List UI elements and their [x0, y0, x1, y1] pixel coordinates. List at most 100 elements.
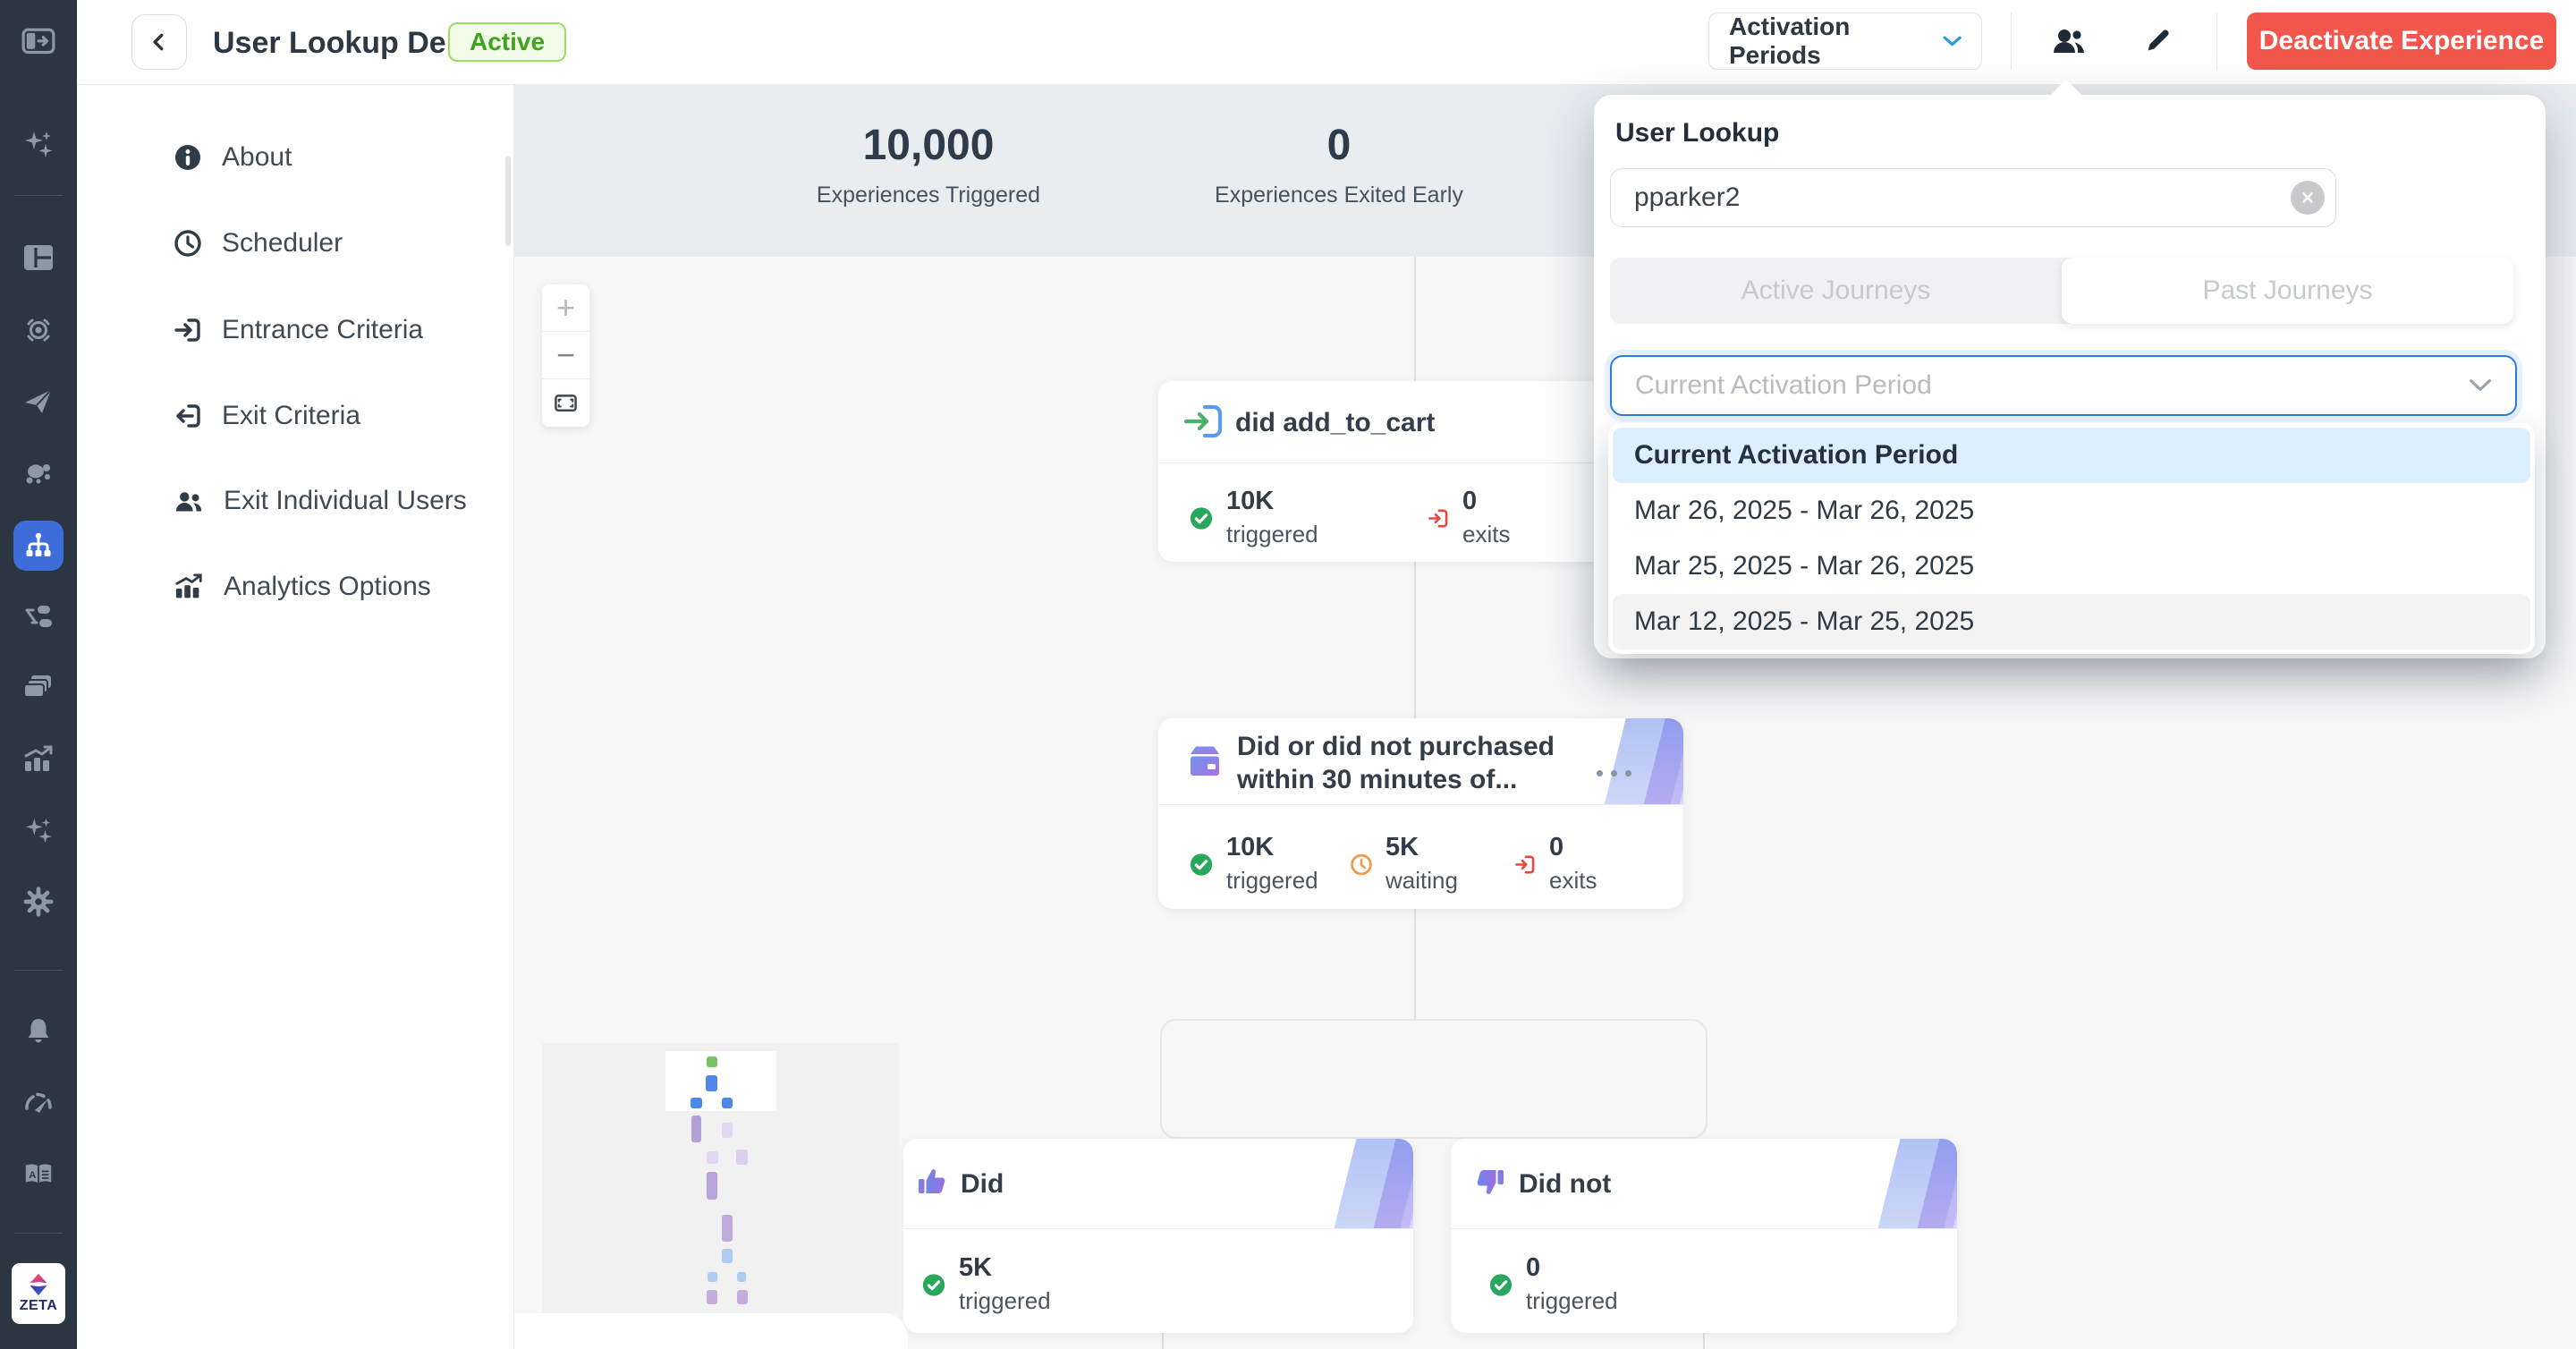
activation-periods-select[interactable]: Activation Periods	[1708, 13, 1982, 70]
nav-item-analytics-options[interactable]: Analytics Options	[77, 558, 514, 615]
edit-button[interactable]	[2132, 16, 2182, 66]
info-icon	[174, 143, 202, 172]
partial-node-card-edge	[514, 1313, 908, 1349]
tab-active-journeys[interactable]: Active Journeys	[1610, 258, 2062, 324]
growth-chart-icon[interactable]	[0, 738, 77, 781]
minimap-node-marker	[707, 1172, 717, 1200]
fit-view-icon	[554, 394, 578, 412]
canvas-minimap[interactable]	[542, 1043, 899, 1313]
menu-option-period-3[interactable]: Mar 12, 2025 - Mar 25, 2025	[1613, 594, 2530, 649]
rail-divider	[14, 195, 63, 196]
minimap-node-marker	[722, 1215, 733, 1242]
minimap-node-marker	[707, 1151, 718, 1164]
node-stats: 10Ktriggered 5Kwaiting 0exits	[1189, 833, 1597, 895]
connector-line	[1162, 1333, 1164, 1349]
nav-scrollbar[interactable]	[505, 157, 511, 246]
connector-line	[1414, 562, 1416, 718]
node-branch-did-not[interactable]: Did not 0triggered	[1451, 1139, 1957, 1333]
nav-item-exit-individual-users[interactable]: Exit Individual Users	[77, 472, 514, 530]
nav-item-scheduler[interactable]: Scheduler	[77, 215, 514, 272]
stat-value: 0	[1526, 1253, 1618, 1283]
sparkles-icon[interactable]	[0, 810, 77, 853]
stat-value: 0	[1462, 487, 1510, 516]
stat-triggered: 5Ktriggered	[921, 1253, 1051, 1315]
clear-input-button[interactable]	[2291, 181, 2325, 215]
notifications-bell-icon[interactable]	[0, 1009, 77, 1052]
journey-sitemap-icon-active[interactable]	[13, 521, 64, 571]
chevron-left-icon	[148, 30, 171, 54]
stat-value: 10,000	[705, 121, 1152, 170]
connector-line	[1703, 1333, 1705, 1349]
chevron-down-icon	[2469, 378, 2492, 393]
exit-red-icon	[1513, 835, 1537, 895]
nav-item-label: Entrance Criteria	[222, 315, 423, 345]
check-circle-icon	[1488, 1255, 1513, 1315]
activation-periods-label: Activation Periods	[1729, 13, 1943, 70]
cards-icon[interactable]	[0, 666, 77, 708]
stat-value: 10K	[1226, 833, 1318, 862]
people-icon	[174, 488, 204, 513]
deactivate-experience-button[interactable]: Deactivate Experience	[2247, 13, 2556, 70]
audience-icon[interactable]	[0, 452, 77, 495]
sparkles-icon[interactable]	[0, 123, 77, 166]
stat-triggered: 0triggered	[1488, 1253, 1618, 1315]
docs-book-icon[interactable]: A	[0, 1153, 77, 1196]
topbar-divider	[2011, 13, 2012, 70]
minimap-node-marker	[737, 1290, 748, 1304]
fit-view-button[interactable]	[542, 379, 589, 427]
node-menu-button[interactable]	[1597, 770, 1631, 776]
experience-nav-panel: About Scheduler Entrance Criteria Exit C…	[77, 85, 514, 1349]
workflow-icon[interactable]	[0, 595, 77, 638]
gauge-icon[interactable]	[0, 1081, 77, 1124]
stat-value: 0	[1549, 833, 1597, 862]
stat-value: 0	[1115, 121, 1563, 170]
user-search-input[interactable]	[1610, 168, 2336, 227]
node-title: Did	[961, 1167, 1004, 1201]
stat-label: waiting	[1385, 867, 1458, 895]
settings-gear-icon[interactable]	[0, 880, 77, 923]
package-icon	[1185, 742, 1224, 785]
tab-past-journeys[interactable]: Past Journeys	[2062, 258, 2513, 324]
status-badge: Active	[448, 22, 566, 62]
stat-label: triggered	[1226, 867, 1318, 895]
thumbs-down-icon	[1474, 1166, 1506, 1202]
minimap-node-marker	[707, 1290, 717, 1304]
node-corner-decoration	[1567, 718, 1683, 804]
menu-option-current-activation-period[interactable]: Current Activation Period	[1613, 428, 2530, 483]
back-button[interactable]	[131, 14, 187, 70]
zeta-logo[interactable]: ZETA	[12, 1263, 65, 1324]
node-branch-did[interactable]: Did 5Ktriggered	[903, 1139, 1413, 1333]
zoom-out-button[interactable]: −	[542, 332, 589, 379]
node-title: Did or did not purchased within 30 minut…	[1237, 730, 1577, 796]
activation-period-select[interactable]: Current Activation Period	[1610, 355, 2517, 416]
menu-option-period-1[interactable]: Mar 26, 2025 - Mar 26, 2025	[1613, 483, 2530, 539]
stat-label: exits	[1462, 521, 1510, 548]
node-stats: 0triggered	[1488, 1253, 1618, 1315]
minimap-node-marker	[736, 1150, 748, 1165]
rail-divider	[14, 970, 63, 971]
zoom-in-button[interactable]: +	[542, 284, 589, 332]
nav-item-about[interactable]: About	[77, 129, 514, 186]
minimap-node-marker	[722, 1123, 733, 1138]
dashboard-icon[interactable]	[0, 236, 77, 279]
node-split-purchase-check[interactable]: Did or did not purchased within 30 minut…	[1158, 718, 1683, 909]
clock-icon	[174, 229, 202, 258]
node-header: Did not	[1451, 1139, 1957, 1229]
thumbs-up-icon	[916, 1166, 948, 1202]
close-icon	[2299, 189, 2317, 207]
node-title: Did not	[1519, 1167, 1611, 1201]
exit-icon	[174, 402, 202, 430]
connector-line	[1414, 257, 1416, 381]
stat-label: Experiences Exited Early	[1115, 182, 1563, 208]
check-circle-icon	[921, 1255, 946, 1315]
minimap-viewport[interactable]	[665, 1051, 776, 1111]
target-icon[interactable]	[0, 309, 77, 352]
nav-item-entrance-criteria[interactable]: Entrance Criteria	[77, 301, 514, 359]
user-lookup-button[interactable]	[2044, 16, 2094, 66]
send-icon[interactable]	[0, 379, 77, 422]
collapse-sidebar-icon[interactable]	[0, 20, 77, 63]
nav-item-label: Exit Individual Users	[224, 486, 467, 516]
nav-item-exit-criteria[interactable]: Exit Criteria	[77, 387, 514, 445]
chevron-down-icon	[1943, 36, 1962, 47]
menu-option-period-2[interactable]: Mar 25, 2025 - Mar 26, 2025	[1613, 539, 2530, 594]
